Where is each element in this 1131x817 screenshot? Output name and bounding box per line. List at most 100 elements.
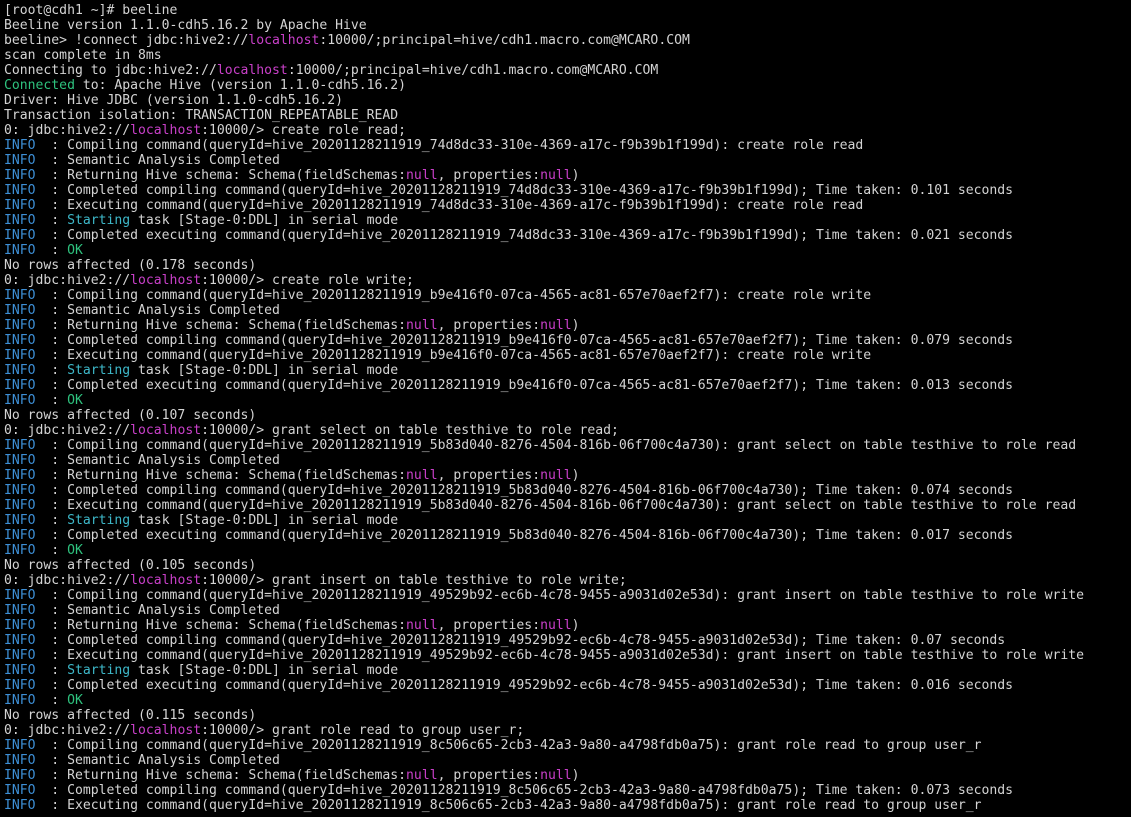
line-text: : — [43, 693, 68, 708]
starting-text: Starting — [67, 513, 131, 528]
terminal-line: INFO : Completed executing command(query… — [4, 228, 1131, 243]
line-text: : — [43, 513, 68, 528]
ok-text: OK — [67, 393, 83, 408]
info-text: INFO — [4, 693, 44, 708]
info-text: INFO — [4, 528, 44, 543]
terminal-line: INFO : Executing command(queryId=hive_20… — [4, 798, 1131, 813]
line-text: : Semantic Analysis Completed — [43, 603, 280, 618]
terminal-line: Transaction isolation: TRANSACTION_REPEA… — [4, 108, 1131, 123]
terminal-line: INFO : Semantic Analysis Completed — [4, 753, 1131, 768]
starting-text: Starting — [67, 663, 131, 678]
info-text: INFO — [4, 453, 44, 468]
starting-text: Starting — [67, 363, 131, 378]
line-text: : Compiling command(queryId=hive_2020112… — [43, 438, 1077, 453]
info-text: INFO — [4, 483, 44, 498]
info-text: INFO — [4, 798, 44, 813]
terminal-line: No rows affected (0.115 seconds) — [4, 708, 1131, 723]
info-text: INFO — [4, 543, 44, 558]
info-text: INFO — [4, 198, 44, 213]
info-text: INFO — [4, 168, 44, 183]
line-text: [root@cdh1 ~]# beeline — [4, 3, 178, 18]
localhost-text: localhost — [130, 273, 202, 288]
info-text: INFO — [4, 663, 44, 678]
info-text: INFO — [4, 468, 44, 483]
line-text: task [Stage-0:DDL] in serial mode — [130, 213, 399, 228]
info-text: INFO — [4, 438, 44, 453]
null-text: null — [406, 618, 438, 633]
terminal-line: INFO : Executing command(queryId=hive_20… — [4, 198, 1131, 213]
terminal-line: No rows affected (0.105 seconds) — [4, 558, 1131, 573]
info-text: INFO — [4, 243, 44, 258]
line-text: , properties: — [437, 768, 541, 783]
ok-text: OK — [67, 693, 83, 708]
terminal-line: Connecting to jdbc:hive2://localhost:100… — [4, 63, 1131, 78]
line-text: :10000/> grant select on table testhive … — [201, 423, 619, 438]
line-text: : Returning Hive schema: Schema(fieldSch… — [43, 168, 407, 183]
info-text: INFO — [4, 768, 44, 783]
line-text: : Semantic Analysis Completed — [43, 153, 280, 168]
terminal-line: INFO : OK — [4, 543, 1131, 558]
terminal-output[interactable]: [root@cdh1 ~]# beeline Beeline version 1.… — [0, 0, 1131, 817]
line-text: , properties: — [437, 468, 541, 483]
terminal-line: INFO : Returning Hive schema: Schema(fie… — [4, 618, 1131, 633]
line-text: : Executing command(queryId=hive_2020112… — [43, 798, 982, 813]
line-text: : Completed executing command(queryId=hi… — [43, 678, 1014, 693]
line-text: :10000/;principal=hive/cdh1.macro.com@MC… — [319, 33, 690, 48]
line-text: to: Apache Hive (version 1.1.0-cdh5.16.2… — [74, 78, 407, 93]
line-text: , properties: — [437, 168, 541, 183]
line-text: Beeline version 1.1.0-cdh5.16.2 by Apach… — [4, 18, 367, 33]
line-text: task [Stage-0:DDL] in serial mode — [130, 513, 399, 528]
localhost-text: localhost — [130, 723, 202, 738]
terminal-line: scan complete in 8ms — [4, 48, 1131, 63]
terminal-line: Beeline version 1.1.0-cdh5.16.2 by Apach… — [4, 18, 1131, 33]
line-text: 0: jdbc:hive2:// — [4, 273, 131, 288]
ok-text: OK — [67, 243, 83, 258]
line-text: No rows affected (0.178 seconds) — [4, 258, 257, 273]
starting-text: Starting — [67, 213, 131, 228]
terminal-line: INFO : Returning Hive schema: Schema(fie… — [4, 468, 1131, 483]
line-text: : — [43, 663, 68, 678]
terminal-line: 0: jdbc:hive2://localhost:10000/> grant … — [4, 573, 1131, 588]
terminal-line: INFO : OK — [4, 693, 1131, 708]
line-text: : Semantic Analysis Completed — [43, 453, 280, 468]
terminal-line: 0: jdbc:hive2://localhost:10000/> create… — [4, 273, 1131, 288]
info-text: INFO — [4, 138, 44, 153]
info-text: INFO — [4, 618, 44, 633]
localhost-text: localhost — [130, 573, 202, 588]
terminal-line: INFO : Semantic Analysis Completed — [4, 603, 1131, 618]
line-text: : Compiling command(queryId=hive_2020112… — [43, 138, 864, 153]
line-text: : Returning Hive schema: Schema(fieldSch… — [43, 768, 407, 783]
null-text: null — [540, 768, 572, 783]
line-text: :10000/> create role read; — [201, 123, 407, 138]
line-text: 0: jdbc:hive2:// — [4, 423, 131, 438]
terminal-line: INFO : Compiling command(queryId=hive_20… — [4, 738, 1131, 753]
terminal-line: [root@cdh1 ~]# beeline — [4, 3, 1131, 18]
terminal-line: INFO : Starting task [Stage-0:DDL] in se… — [4, 663, 1131, 678]
line-text: : Completed compiling command(queryId=hi… — [43, 183, 1014, 198]
line-text: : Completed compiling command(queryId=hi… — [43, 633, 1006, 648]
line-text: : Compiling command(queryId=hive_2020112… — [43, 588, 1084, 603]
line-text: : Executing command(queryId=hive_2020112… — [43, 348, 872, 363]
info-text: INFO — [4, 603, 44, 618]
terminal-line: 0: jdbc:hive2://localhost:10000/> grant … — [4, 423, 1131, 438]
info-text: INFO — [4, 153, 44, 168]
line-text: , properties: — [437, 618, 541, 633]
line-text: :10000/> grant insert on table testhive … — [201, 573, 627, 588]
terminal-line: INFO : Compiling command(queryId=hive_20… — [4, 288, 1131, 303]
info-text: INFO — [4, 393, 44, 408]
terminal-line: INFO : Completed executing command(query… — [4, 378, 1131, 393]
terminal-line: INFO : Semantic Analysis Completed — [4, 153, 1131, 168]
terminal-line: INFO : OK — [4, 393, 1131, 408]
null-text: null — [406, 168, 438, 183]
line-text: No rows affected (0.105 seconds) — [4, 558, 257, 573]
line-text: : Completed compiling command(queryId=hi… — [43, 333, 1014, 348]
terminal-line: No rows affected (0.107 seconds) — [4, 408, 1131, 423]
terminal-line: INFO : Completed compiling command(query… — [4, 783, 1131, 798]
line-text: ) — [571, 618, 580, 633]
line-text: : Returning Hive schema: Schema(fieldSch… — [43, 618, 407, 633]
line-text: beeline> !connect jdbc:hive2:// — [4, 33, 249, 48]
localhost-text: localhost — [248, 33, 320, 48]
line-text: : — [43, 393, 68, 408]
info-text: INFO — [4, 213, 44, 228]
info-text: INFO — [4, 318, 44, 333]
